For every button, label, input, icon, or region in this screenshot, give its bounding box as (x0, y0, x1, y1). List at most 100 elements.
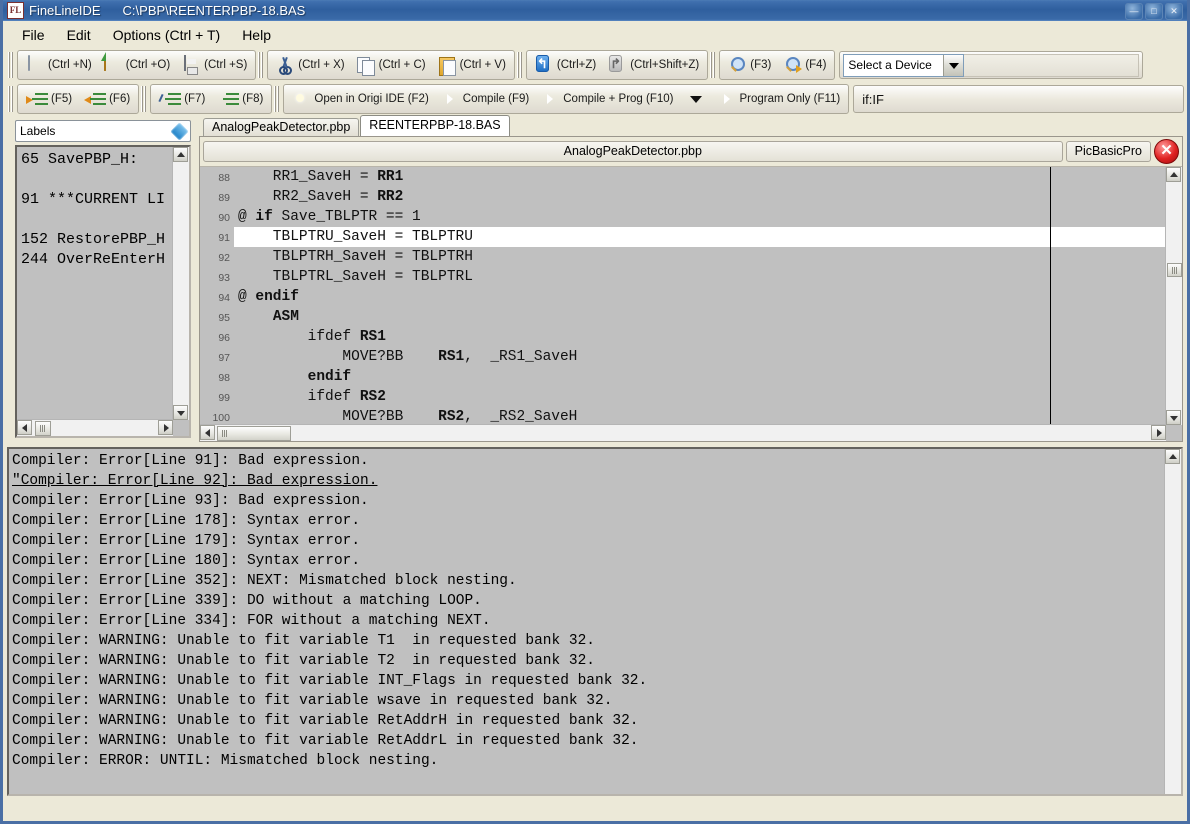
cut-label: (Ctrl + X) (298, 59, 344, 71)
scroll-left-button[interactable] (17, 420, 32, 435)
comment-button[interactable]: (F7) (154, 85, 210, 113)
scroll-down-button[interactable] (173, 405, 188, 420)
code-text: MOVE?BB RS2, _RS2_SaveH (234, 407, 1165, 424)
copy-button[interactable]: (Ctrl + C) (352, 51, 431, 79)
save-file-button[interactable]: (Ctrl +S) (177, 51, 252, 79)
language-mode-button[interactable]: PicBasicPro (1066, 141, 1151, 162)
menu-edit[interactable]: Edit (56, 24, 102, 46)
code-line[interactable]: 93 TBLPTRL_SaveH = TBLPTRL (200, 267, 1165, 287)
line-number: 92 (200, 247, 234, 267)
cut-button[interactable]: (Ctrl + X) (271, 51, 349, 79)
tab-analogpeakdetector[interactable]: AnalogPeakDetector.pbp (203, 118, 359, 136)
red-play-icon (541, 90, 560, 109)
toolbar-grip[interactable] (8, 52, 15, 78)
list-item[interactable]: 65 SavePBP_H: (21, 150, 173, 170)
line-number: 91 (200, 227, 234, 247)
toolbar-group-find: (F3) (F4) (719, 50, 835, 80)
maximize-icon: □ (1146, 4, 1162, 19)
menu-options[interactable]: Options (Ctrl + T) (102, 24, 232, 46)
code-line-highlighted[interactable]: 91 TBLPTRU_SaveH = TBLPTRU (200, 227, 1165, 247)
toolbar-grip-4[interactable] (710, 52, 717, 78)
code-seg: TBLPTRU_SaveH = TBLPTRU (238, 229, 473, 245)
save-disk-icon (182, 56, 201, 75)
compile-button[interactable]: Compile (F9) (436, 85, 534, 113)
code-seg: TBLPTRL_SaveH = TBLPTRL (238, 269, 473, 285)
editor-filename-display[interactable]: AnalogPeakDetector.pbp (203, 141, 1063, 162)
paste-button[interactable]: (Ctrl + V) (433, 51, 511, 79)
outdent-button[interactable]: (F6) (79, 85, 135, 113)
scrollbar-thumb[interactable] (35, 421, 51, 436)
menu-help[interactable]: Help (231, 24, 282, 46)
code-lines: 88 RR1_SaveH = RR1 89 RR2_SaveH = RR2 90… (200, 167, 1165, 424)
device-combo[interactable]: Select a Device (843, 54, 964, 77)
code-line[interactable]: 99 ifdef RS2 (200, 387, 1165, 407)
toolbar-group-history: ↰ (Ctrl+Z) ↱ (Ctrl+Shift+Z) (526, 50, 708, 80)
chevron-down-icon[interactable] (943, 55, 963, 76)
line-number: 95 (200, 307, 234, 327)
file-path-title: C:\PBP\REENTERPBP-18.BAS (123, 3, 306, 18)
code-line[interactable]: 89 RR2_SaveH = RR2 (200, 187, 1165, 207)
scroll-up-button[interactable] (173, 147, 188, 162)
code-editor[interactable]: 88 RR1_SaveH = RR1 89 RR2_SaveH = RR2 90… (200, 167, 1182, 441)
find-term-field[interactable]: if:IF (858, 92, 884, 107)
uncomment-button[interactable]: (F8) (212, 85, 268, 113)
device-extra-field[interactable] (964, 54, 1139, 77)
scrollbar-thumb[interactable] (1167, 263, 1182, 277)
scroll-left-button[interactable] (200, 425, 215, 440)
code-line[interactable]: 100 MOVE?BB RS2, _RS2_SaveH (200, 407, 1165, 424)
scroll-up-button[interactable] (1166, 167, 1181, 182)
code-line[interactable]: 92 TBLPTRH_SaveH = TBLPTRH (200, 247, 1165, 267)
minimize-button[interactable]: — (1125, 3, 1143, 20)
list-item[interactable]: 91 ***CURRENT LI (21, 190, 173, 210)
redo-button[interactable]: ↱ (Ctrl+Shift+Z) (603, 51, 704, 79)
close-tab-button[interactable]: ✕ (1154, 139, 1179, 164)
scroll-up-button[interactable] (1165, 449, 1180, 464)
toolbar-grip-5[interactable] (8, 86, 15, 112)
compiler-output-panel[interactable]: Compiler: Error[Line 91]: Bad expression… (7, 447, 1183, 796)
labels-vertical-scrollbar[interactable] (172, 147, 189, 420)
program-only-button[interactable]: Program Only (F11) (713, 85, 846, 113)
code-line[interactable]: 94@ endif (200, 287, 1165, 307)
chevron-down-icon[interactable] (168, 122, 190, 141)
scroll-down-button[interactable] (1166, 410, 1181, 425)
indent-button[interactable]: (F5) (21, 85, 77, 113)
code-line[interactable]: 95 ASM (200, 307, 1165, 327)
line-number: 96 (200, 327, 234, 347)
open-in-original-ide-button[interactable]: Open in Origi IDE (F2) (287, 85, 433, 113)
code-line[interactable]: 88 RR1_SaveH = RR1 (200, 167, 1165, 187)
toolbar-grip-3[interactable] (517, 52, 524, 78)
code-line[interactable]: 90@ if Save_TBLPTR == 1 (200, 207, 1165, 227)
scroll-right-button[interactable] (158, 420, 173, 435)
editor-panel: AnalogPeakDetector.pbp REENTERPBP-18.BAS… (199, 116, 1183, 442)
log-vertical-scrollbar[interactable] (1164, 449, 1181, 794)
code-line[interactable]: 97 MOVE?BB RS1, _RS1_SaveH (200, 347, 1165, 367)
toolbar-grip-7[interactable] (274, 86, 281, 112)
compile-and-program-button[interactable]: Compile + Prog (F10) (536, 85, 678, 113)
find-button[interactable]: (F3) (723, 51, 776, 79)
editor-horizontal-scrollbar[interactable] (200, 424, 1166, 441)
tab-reenterpbp18[interactable]: REENTERPBP-18.BAS (360, 115, 509, 136)
editor-vertical-scrollbar[interactable] (1165, 167, 1182, 425)
code-seg-bold: RS1 (360, 329, 386, 345)
menu-file[interactable]: File (11, 24, 56, 46)
toolbar-grip-2[interactable] (258, 52, 265, 78)
toolbar-grip-6[interactable] (141, 86, 148, 112)
find-next-button[interactable]: (F4) (778, 51, 831, 79)
code-line[interactable]: 98 endif (200, 367, 1165, 387)
open-file-button[interactable]: (Ctrl +O) (99, 51, 175, 79)
undo-button[interactable]: ↰ (Ctrl+Z) (530, 51, 601, 79)
labels-selector[interactable]: Labels (15, 120, 191, 142)
undo-label: (Ctrl+Z) (557, 59, 596, 71)
labels-horizontal-scrollbar[interactable] (17, 419, 173, 436)
new-file-button[interactable]: (Ctrl +N) (21, 51, 97, 79)
log-line-highlighted[interactable]: "Compiler: Error[Line 92]: Bad expressio… (12, 471, 1163, 491)
chevron-down-icon[interactable] (690, 96, 702, 103)
code-line[interactable]: 96 ifdef RS1 (200, 327, 1165, 347)
close-button[interactable]: ✕ (1165, 3, 1183, 20)
scroll-right-button[interactable] (1151, 425, 1166, 440)
maximize-button[interactable]: □ (1145, 3, 1163, 20)
list-item[interactable]: 244 OverReEnterH (21, 250, 173, 270)
log-line: Compiler: Error[Line 352]: NEXT: Mismatc… (12, 571, 1163, 591)
list-item[interactable]: 152 RestorePBP_H (21, 230, 173, 250)
scrollbar-thumb[interactable] (217, 426, 291, 441)
